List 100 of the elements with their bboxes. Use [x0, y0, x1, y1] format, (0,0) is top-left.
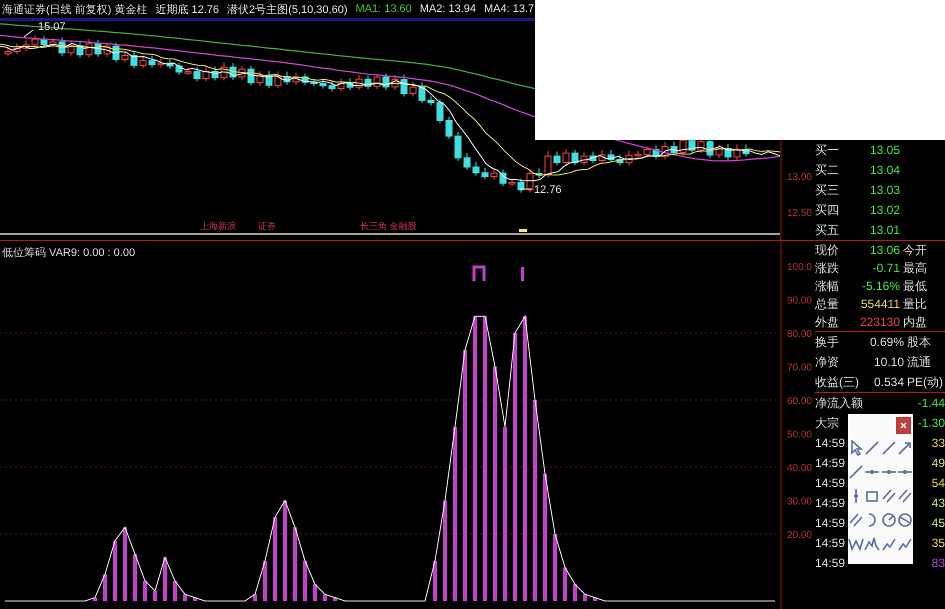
candlestick	[148, 55, 156, 68]
diagonal-line-icon[interactable]	[864, 440, 880, 456]
tick-time: 14:59	[815, 556, 846, 570]
candlestick	[356, 74, 362, 91]
parallel-lines-icon[interactable]	[848, 512, 864, 528]
candlestick	[86, 38, 92, 58]
candlestick	[562, 148, 570, 166]
candlestick	[518, 178, 524, 194]
stat-label: 流通	[907, 354, 932, 370]
candlestick	[428, 96, 434, 106]
stat-label: 换手	[815, 334, 840, 350]
candlestick	[238, 66, 246, 80]
candlestick	[284, 71, 290, 86]
candlestick	[626, 150, 632, 166]
candlestick	[94, 39, 102, 58]
axis-tick-label: 20.00	[786, 530, 812, 541]
candlestick	[446, 116, 452, 140]
candlestick	[4, 46, 12, 58]
candlestick	[212, 66, 218, 82]
candlestick	[310, 78, 318, 87]
bid-price: 13.05	[868, 143, 901, 157]
candlestick	[328, 80, 336, 92]
tick-time: 14:59	[815, 476, 846, 490]
tick-volume: 83	[932, 556, 945, 570]
tick-volume: 35	[932, 536, 945, 550]
close-button[interactable]	[896, 416, 911, 434]
candlestick	[202, 66, 210, 82]
stat-value: 223130	[858, 315, 901, 329]
candlestick	[472, 161, 480, 176]
axis-tick-label: 40.00	[786, 463, 812, 474]
stat-label: 净资	[815, 354, 840, 370]
candlestick	[544, 150, 552, 178]
stat-label: 涨跌	[815, 260, 840, 276]
candlestick	[580, 152, 588, 166]
tick-time: 14:59	[815, 516, 846, 530]
candlestick	[436, 98, 444, 124]
bid-label: 买二	[815, 162, 840, 178]
candlestick	[662, 141, 668, 160]
axis-tick-label: 90.00	[786, 296, 812, 306]
parallel-lines-icon[interactable]	[896, 488, 913, 504]
candlestick	[320, 78, 326, 90]
candlestick	[598, 150, 606, 164]
flow-label: 大宗	[815, 414, 839, 432]
stat-label: 涨幅	[815, 278, 840, 294]
w-shape-icon[interactable]	[848, 536, 864, 552]
candlestick	[644, 146, 650, 158]
stat-label: 今开	[903, 242, 928, 258]
candlestick	[608, 149, 614, 163]
stat-label: 外盘	[815, 314, 840, 330]
bid-label: 买三	[815, 182, 840, 198]
stat-value: 10.10	[872, 355, 905, 369]
stat-label: PE(动)	[907, 374, 944, 390]
indicator-value: MA4: 13.7	[484, 3, 534, 15]
stat-value: 554411	[860, 297, 901, 311]
candlestick	[266, 70, 272, 89]
candlestick	[616, 154, 624, 166]
close-icon	[900, 422, 907, 428]
circle-icon[interactable]	[880, 512, 897, 528]
candlestick	[68, 40, 74, 56]
parallel-lines-icon[interactable]	[880, 488, 897, 504]
axis-label: 12.50	[786, 208, 812, 219]
peak-marks-drawing	[472, 266, 524, 281]
indicator-value: 潜伏2号主图(5,10,30,60)	[227, 2, 348, 16]
candlestick	[302, 72, 308, 86]
arrow-line-icon[interactable]	[896, 440, 913, 456]
chart-annotation: 长三角 金融股	[360, 221, 417, 231]
stat-label: 股本	[907, 334, 932, 350]
circle-slash-icon[interactable]	[896, 512, 913, 528]
indicator-value: MA2: 13.94	[420, 3, 476, 15]
stat-value: -0.71	[872, 261, 901, 275]
zigzag-icon[interactable]	[896, 536, 913, 552]
candlestick	[554, 150, 560, 166]
pointer-icon[interactable]	[848, 440, 864, 456]
axis-tick-label: 100.0	[786, 262, 812, 273]
tick-time: 14:59	[815, 436, 846, 450]
leader-line	[24, 30, 34, 38]
zigzag-icon[interactable]	[880, 536, 897, 552]
candlestick	[338, 78, 344, 92]
candlestick	[32, 34, 38, 48]
candlestick	[742, 144, 750, 157]
diagonal-line-icon[interactable]	[880, 440, 897, 456]
candlestick	[122, 50, 128, 63]
candlestick	[104, 42, 110, 58]
indicator-value: MA1: 13.60	[355, 3, 412, 15]
candlestick	[364, 74, 372, 90]
diagonal-line-icon[interactable]	[848, 464, 864, 480]
candlestick	[22, 40, 30, 52]
stat-label: 现价	[815, 242, 840, 258]
candlestick	[274, 70, 282, 89]
candlestick	[158, 58, 164, 68]
candlestick	[734, 144, 740, 160]
peaks-icon[interactable]	[864, 536, 880, 552]
bid-label: 买一	[815, 142, 840, 158]
axis-tick-label: 60.00	[786, 396, 812, 407]
bid-price: 13.04	[868, 163, 901, 177]
candlestick	[166, 59, 174, 70]
indicator-value: 近期底 12.76	[155, 2, 220, 16]
box-icon[interactable]	[864, 488, 880, 504]
candlestick	[50, 38, 56, 48]
candlestick	[508, 178, 516, 187]
